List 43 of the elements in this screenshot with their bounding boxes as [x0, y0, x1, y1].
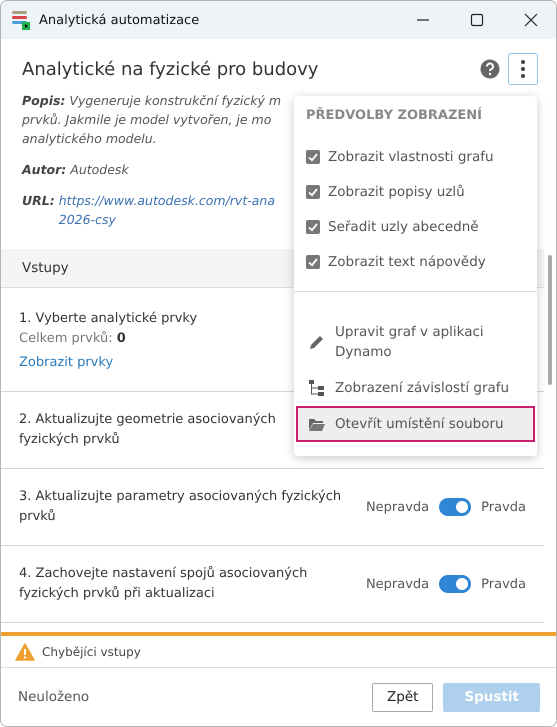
menu-heading: PŘEDVOLBY ZOBRAZENÍ [305, 108, 483, 123]
checkbox[interactable] [306, 220, 320, 234]
graph-title: Analytické na fyzické pro budovy [22, 58, 318, 80]
window-title: Analytická automatizace [39, 12, 200, 28]
pencil-icon [308, 333, 326, 351]
close-icon[interactable] [524, 13, 538, 27]
true-label: Pravda [481, 576, 526, 592]
show-elements-link[interactable]: Zobrazit prvky [19, 355, 114, 370]
hierarchy-icon [308, 379, 326, 397]
menu-option[interactable]: Seřadit uzly abecedně [294, 209, 537, 244]
checkbox[interactable] [306, 150, 320, 164]
false-label: Nepravda [366, 576, 430, 592]
author-text: Autor: Autodesk [22, 161, 129, 179]
save-status: Neuloženo [18, 689, 90, 705]
menu-option[interactable]: Zobrazit popisy uzlů [294, 174, 537, 209]
url-link[interactable]: https://www.autodesk.com/rvt-ana 2026-csy [58, 191, 275, 229]
warning-icon [15, 642, 35, 660]
checkbox[interactable] [306, 184, 320, 198]
menu-item[interactable]: Upravit graf v aplikaci Dynamo [296, 314, 535, 370]
toggle-switch[interactable] [439, 575, 472, 593]
checkbox[interactable] [306, 254, 320, 268]
help-icon[interactable] [480, 59, 500, 79]
input-label: 4. Zachovejte nastavení spojů asociovaných fyzických prvků při aktualizaci [19, 565, 308, 603]
false-label: Nepravda [366, 500, 430, 514]
folder-icon [308, 416, 326, 432]
scrollbar-thumb[interactable] [548, 255, 552, 385]
url-label: URL: [22, 192, 55, 210]
more-options-button[interactable] [508, 53, 538, 85]
element-count: Celkem prvků: 0 [19, 330, 126, 348]
input-label: 1. Vyberte analytické prvky [19, 310, 198, 328]
more-icon [521, 60, 525, 78]
input-label: 2. Aktualizujte geometrie asociovaných fyzických prvků [19, 411, 277, 449]
app-icon [11, 10, 31, 30]
description-text: Popis: Vygeneruje konstrukční fyzický m prvků. Jakmile je model vytvořen, je mo analytického modelu. [22, 92, 282, 148]
menu-item[interactable]: Otevřít umístění souboru [296, 406, 535, 442]
back-button[interactable]: Zpět [372, 682, 434, 712]
menu-option[interactable]: Zobrazit vlastnosti grafu [294, 139, 537, 174]
input-label: 3. Aktualizujte parametry asociovaných fyzických prvků [19, 488, 342, 526]
toggle-switch[interactable] [439, 498, 472, 516]
true-label: Pravda [481, 500, 526, 514]
maximize-icon[interactable] [470, 13, 484, 27]
menu-item[interactable]: Zobrazení závislostí grafu [296, 370, 535, 406]
warning-text: Chybějíci vstupy [42, 644, 141, 658]
